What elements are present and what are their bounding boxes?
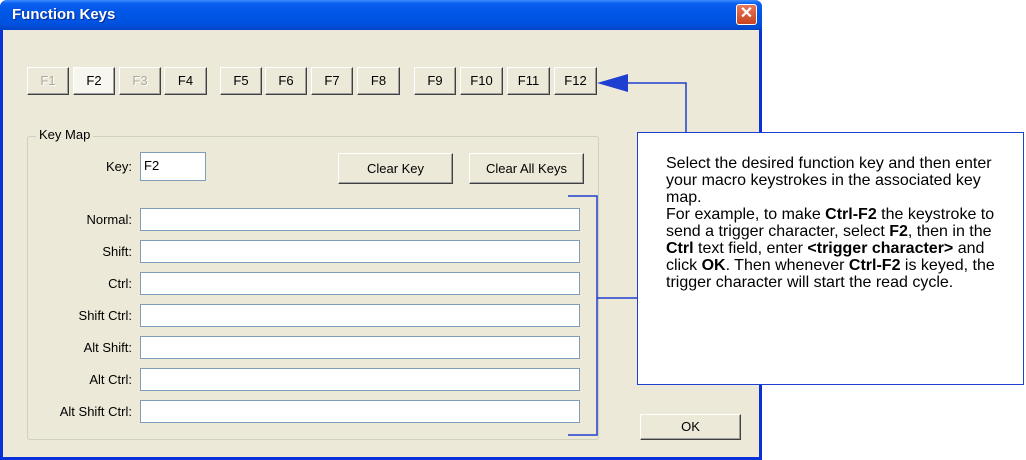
callout-text-segment: . Then whenever bbox=[725, 257, 849, 274]
callout-paragraph-1: Select the desired function key and then… bbox=[666, 155, 992, 206]
fkey-button-f9[interactable]: F9 bbox=[414, 67, 456, 95]
callout-text-segment: , then in the bbox=[907, 223, 992, 240]
keymap-input-field[interactable] bbox=[140, 368, 580, 391]
callout-bold: OK bbox=[701, 257, 726, 274]
callout-bold: Ctrl bbox=[666, 240, 694, 257]
callout-text-segment: For example, to make bbox=[666, 206, 826, 223]
fkey-button-f5[interactable]: F5 bbox=[220, 67, 262, 95]
ok-button[interactable]: OK bbox=[640, 414, 741, 440]
fkey-button-f7[interactable]: F7 bbox=[311, 67, 353, 95]
callout-text-segment: text field, enter bbox=[693, 240, 808, 257]
callout-bold: F2 bbox=[889, 223, 908, 240]
row-label: Shift: bbox=[102, 244, 132, 259]
fkey-button-f3[interactable]: F3 bbox=[119, 67, 161, 95]
keymap-input-field[interactable] bbox=[140, 272, 580, 295]
close-button[interactable]: ✕ bbox=[736, 4, 757, 25]
fkey-button-f6[interactable]: F6 bbox=[265, 67, 307, 95]
window-title: Function Keys bbox=[12, 6, 116, 23]
fkey-button-f1[interactable]: F1 bbox=[27, 67, 69, 95]
row-label: Ctrl: bbox=[108, 276, 132, 291]
row-label: Shift Ctrl: bbox=[78, 308, 132, 323]
fkey-button-f2[interactable]: F2 bbox=[73, 67, 115, 95]
key-label: Key: bbox=[105, 159, 132, 174]
keymap-input-field[interactable] bbox=[140, 240, 580, 263]
clear-all-keys-button[interactable]: Clear All Keys bbox=[469, 153, 584, 184]
row-label: Alt Ctrl: bbox=[89, 372, 132, 387]
key-field[interactable]: F2 bbox=[140, 152, 206, 181]
close-icon: ✕ bbox=[739, 5, 754, 22]
clear-key-button[interactable]: Clear Key bbox=[338, 153, 453, 184]
keymap-input-field[interactable] bbox=[140, 400, 580, 423]
row-label: Normal: bbox=[86, 212, 132, 227]
fkey-button-f8[interactable]: F8 bbox=[357, 67, 400, 95]
keymap-input-field[interactable] bbox=[140, 304, 580, 327]
fkey-button-f11[interactable]: F11 bbox=[507, 67, 550, 95]
row-label: Alt Shift: bbox=[83, 340, 132, 355]
fkey-button-f4[interactable]: F4 bbox=[164, 67, 207, 95]
keymap-input-field[interactable] bbox=[140, 336, 580, 359]
fkey-button-f12[interactable]: F12 bbox=[554, 67, 597, 95]
title-bar[interactable]: Function Keys ✕ bbox=[0, 0, 762, 30]
callout-bold: <trigger character> bbox=[807, 240, 954, 257]
callout-text: Select the desired function key and then… bbox=[666, 155, 1016, 291]
row-label: Alt Shift Ctrl: bbox=[59, 404, 132, 419]
help-callout: Select the desired function key and then… bbox=[637, 132, 1024, 385]
callout-bold: Ctrl-F2 bbox=[848, 257, 901, 274]
fkey-button-f10[interactable]: F10 bbox=[460, 67, 503, 95]
callout-bold: Ctrl-F2 bbox=[825, 206, 877, 223]
keymap-input-field[interactable] bbox=[140, 208, 580, 231]
key-map-legend: Key Map bbox=[36, 127, 94, 142]
